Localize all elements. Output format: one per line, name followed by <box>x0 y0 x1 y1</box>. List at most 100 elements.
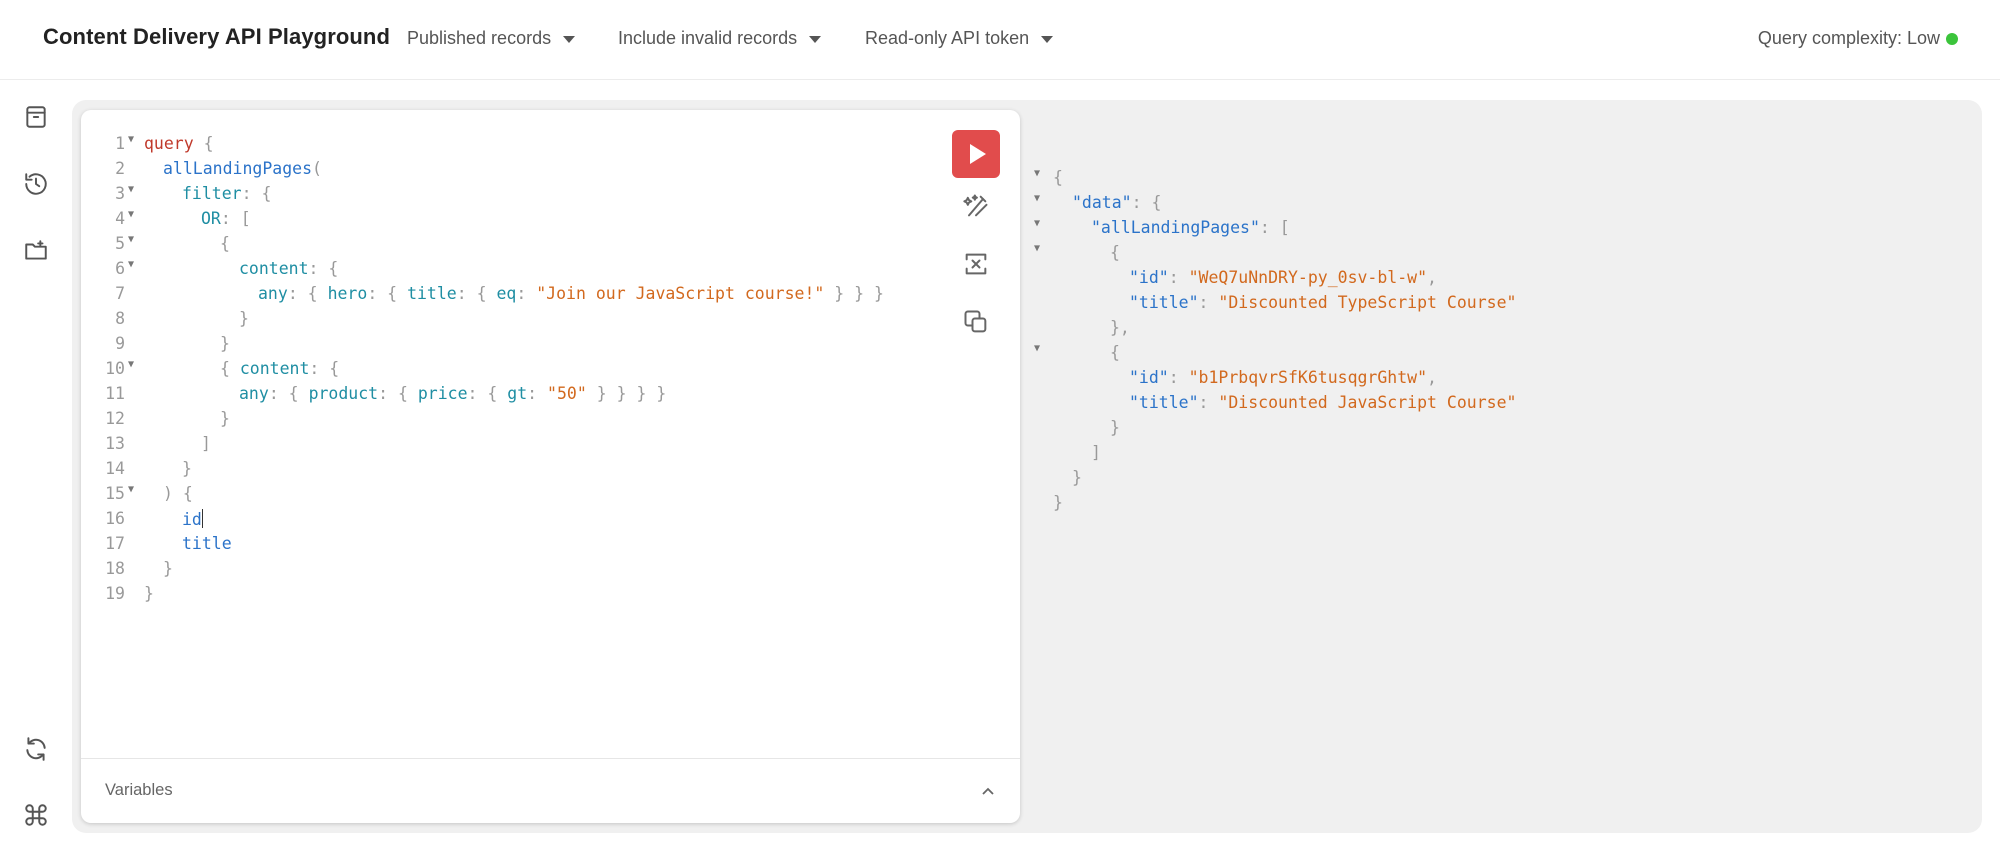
caret-down-icon <box>563 36 576 43</box>
punct: } <box>220 334 230 353</box>
argument-name: eq <box>496 284 517 303</box>
copy-icon[interactable] <box>962 308 990 336</box>
line-number: 6 <box>115 259 125 278</box>
json-key: "title" <box>1129 393 1199 412</box>
punct: } <box>1053 493 1063 512</box>
argument-name: OR <box>201 209 221 228</box>
fold-arrow-icon[interactable]: ▼ <box>128 184 134 195</box>
punct: : { <box>309 359 340 378</box>
query-editor[interactable]: 1 ▼ query { 2 allLandingPages( 3 ▼ filter: { … <box>81 110 1020 823</box>
include-invalid-records-dropdown[interactable]: Include invalid records <box>618 28 822 49</box>
fold-arrow-icon[interactable]: ▼ <box>128 234 134 245</box>
fold-arrow-icon[interactable]: ▼ <box>128 359 134 370</box>
variables-label: Variables <box>105 781 173 799</box>
line-number: 18 <box>105 559 125 578</box>
line-number: 19 <box>105 584 125 603</box>
argument-name: product <box>308 384 379 403</box>
punct: ] <box>1091 443 1101 462</box>
folder-plus-icon[interactable] <box>22 237 50 265</box>
fold-arrow-icon[interactable]: ▼ <box>1034 193 1040 204</box>
argument-name: any <box>258 284 288 303</box>
punct: { <box>193 134 214 153</box>
fold-arrow-icon[interactable]: ▼ <box>128 134 134 145</box>
status-dot-icon <box>1946 32 1958 45</box>
json-string: "Discounted JavaScript Course" <box>1218 393 1517 412</box>
punct: } <box>1072 468 1082 487</box>
command-icon[interactable] <box>22 801 50 829</box>
variables-panel-toggle[interactable]: Variables <box>81 758 1020 823</box>
argument-name: filter <box>182 184 242 203</box>
refresh-icon[interactable] <box>22 735 50 763</box>
query-keyword: query <box>144 134 194 153</box>
json-key: "title" <box>1129 293 1199 312</box>
json-key: "id" <box>1129 368 1169 387</box>
fold-arrow-icon[interactable]: ▼ <box>1034 343 1040 354</box>
field-name: id <box>182 510 202 529</box>
run-query-button[interactable] <box>952 130 1000 178</box>
published-records-dropdown[interactable]: Published records <box>407 28 576 49</box>
complexity-label: Query complexity: Low <box>1757 28 1940 48</box>
caret-down-icon <box>809 36 822 43</box>
punct: : { <box>268 384 309 403</box>
punct: } } } } <box>586 384 667 403</box>
punct: ( <box>312 159 322 178</box>
argument-name: hero <box>327 284 368 303</box>
line-number: 8 <box>115 309 125 328</box>
line-number: 5 <box>115 234 125 253</box>
top-bar: Content Delivery API Playground Publishe… <box>0 0 2000 80</box>
punct: , <box>1427 268 1437 287</box>
dropdown-label: Include invalid records <box>618 28 798 48</box>
punct: : { <box>456 284 497 303</box>
punct: } <box>239 309 249 328</box>
line-number: 9 <box>115 334 125 353</box>
punct: : <box>1198 293 1219 312</box>
argument-name: any <box>239 384 269 403</box>
punct: : [ <box>1259 218 1290 237</box>
line-number: 17 <box>105 534 125 553</box>
punct: : { <box>467 384 508 403</box>
argument-name: gt <box>507 384 528 403</box>
fold-arrow-icon[interactable]: ▼ <box>1034 243 1040 254</box>
line-number: 1 <box>115 134 125 153</box>
json-string: "WeQ7uNnDRY-py_0sv-bl-w" <box>1188 268 1428 287</box>
history-icon[interactable] <box>22 170 50 198</box>
json-string: "Discounted TypeScript Course" <box>1218 293 1517 312</box>
fold-arrow-icon[interactable]: ▼ <box>1034 218 1040 229</box>
play-icon <box>970 144 986 164</box>
field-name: allLandingPages <box>163 159 313 178</box>
punct: : { <box>287 284 328 303</box>
line-number: 16 <box>105 509 125 528</box>
query-complexity-indicator: Query complexity: Low <box>1758 28 1958 49</box>
punct: } <box>220 409 230 428</box>
merge-fragments-icon[interactable] <box>962 250 990 278</box>
fold-arrow-icon[interactable]: ▼ <box>128 259 134 270</box>
fold-arrow-icon[interactable]: ▼ <box>1034 168 1040 179</box>
fold-arrow-icon[interactable]: ▼ <box>128 484 134 495</box>
punct: } <box>144 584 154 603</box>
punct: : <box>1168 268 1189 287</box>
punct: : [ <box>220 209 251 228</box>
punct: : { <box>378 384 418 403</box>
text-cursor <box>201 509 203 528</box>
json-key: "allLandingPages" <box>1091 218 1260 237</box>
line-number: 11 <box>105 384 125 403</box>
line-number: 10 <box>105 359 125 378</box>
string-value: "50" <box>547 384 587 403</box>
fold-arrow-icon[interactable]: ▼ <box>128 209 134 220</box>
line-number: 3 <box>115 184 125 203</box>
line-number: 7 <box>115 284 125 303</box>
line-number: 4 <box>115 209 125 228</box>
punct: : { <box>308 259 339 278</box>
archive-icon[interactable] <box>22 103 50 131</box>
punct: : <box>516 284 537 303</box>
api-token-dropdown[interactable]: Read-only API token <box>865 28 1054 49</box>
dropdown-label: Read-only API token <box>865 28 1030 48</box>
punct: ) { <box>163 484 193 503</box>
chevron-up-icon[interactable] <box>980 783 996 799</box>
punct: } <box>1110 418 1120 437</box>
punct: } <box>163 559 173 578</box>
field-name: title <box>182 534 232 553</box>
dropdown-label: Published records <box>407 28 552 48</box>
prettify-icon[interactable] <box>962 192 990 220</box>
punct: ] <box>201 434 211 453</box>
